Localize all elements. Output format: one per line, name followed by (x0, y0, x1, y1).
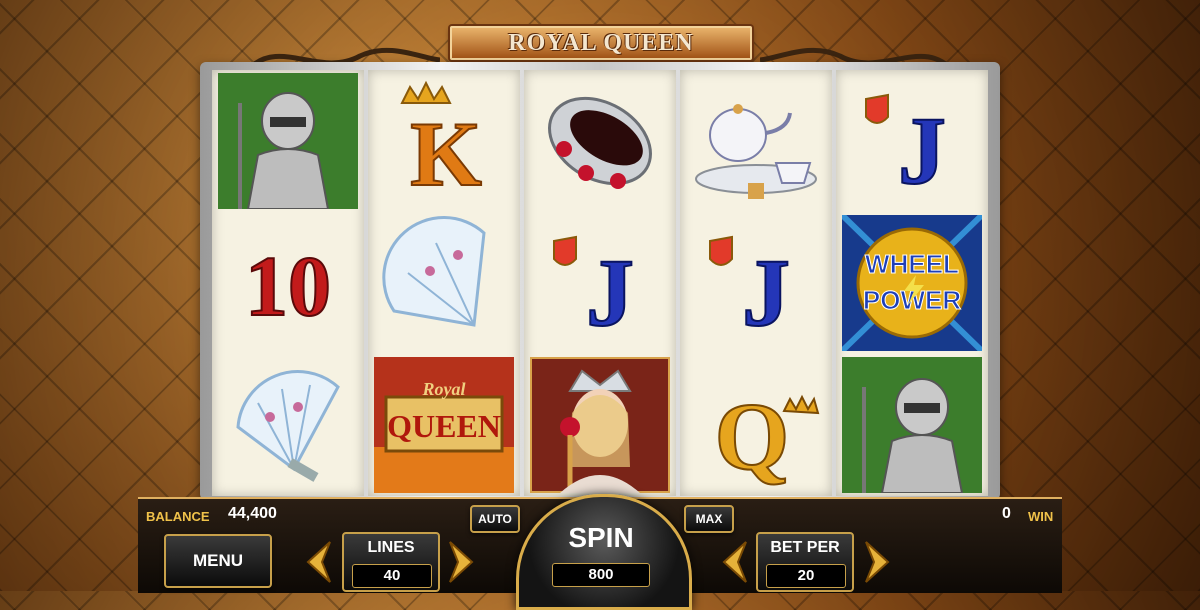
max-button[interactable]: MAX (684, 505, 734, 533)
betper-value: 20 (766, 564, 846, 588)
shield-icon (553, 235, 577, 266)
betper-increase-arrow-icon[interactable] (862, 540, 892, 584)
symbol-ten: 10 (212, 212, 364, 354)
knight-icon (842, 357, 982, 493)
reel-5: J WHEEL POWER (836, 70, 988, 496)
balance-value: 44,400 (228, 505, 277, 522)
spin-bet-value: 800 (552, 563, 650, 587)
auto-button[interactable]: AUTO (470, 505, 520, 533)
fan-icon (236, 370, 340, 482)
queen-portrait-icon (530, 357, 670, 493)
balance-label: BALANCE (146, 509, 210, 524)
crown-icon (782, 394, 820, 415)
wheel-power-icon: WHEEL POWER (842, 215, 982, 351)
menu-button[interactable]: MENU (164, 534, 272, 588)
symbol-jack: J (524, 212, 676, 354)
spin-label[interactable]: SPIN (516, 522, 686, 554)
symbol-knight (836, 354, 988, 496)
lines-value: 40 (352, 564, 432, 588)
shield-icon (865, 93, 889, 124)
shield-icon (709, 235, 733, 266)
symbol-jack: J (836, 70, 988, 212)
symbol-teapot (680, 70, 832, 212)
symbol-fan (212, 354, 364, 496)
reel-2: K Royal QUEEN (368, 70, 520, 496)
king-label: K (410, 103, 482, 205)
lines-decrease-arrow-icon[interactable] (304, 540, 334, 584)
symbol-fan (368, 212, 520, 354)
jack-label: J (898, 97, 946, 204)
teapot-icon (695, 104, 817, 199)
betper-label: BET PER (770, 539, 840, 556)
fan-icon (382, 216, 486, 327)
symbol-knight (212, 70, 364, 212)
knight-icon (218, 73, 358, 209)
jack-label: J (586, 239, 634, 346)
symbol-wheel-power: WHEEL POWER (836, 212, 988, 354)
reel-1: 10 (212, 70, 364, 496)
win-label: WIN (1028, 509, 1054, 524)
lines-increase-arrow-icon[interactable] (446, 540, 476, 584)
symbol-king: K (368, 70, 520, 212)
ten-label: 10 (245, 238, 331, 334)
reel-3: J (524, 70, 676, 496)
wheel-power-line1: WHEEL (865, 249, 959, 279)
betper-panel: BET PER 20 (756, 532, 854, 592)
win-value: 0 (1002, 505, 1011, 522)
symbol-jack: J (680, 212, 832, 354)
ring-icon (548, 96, 652, 189)
symbol-ring (524, 70, 676, 212)
queen-letter-label: Q (715, 383, 790, 490)
logo-line1: Royal (422, 379, 466, 399)
jack-label: J (742, 239, 790, 346)
reels: 10 K Royal QUEEN J J Q J WHEEL (212, 70, 988, 496)
reel-4: J Q (680, 70, 832, 496)
symbol-queen (524, 354, 676, 496)
game-title: ROYAL QUEEN (450, 26, 752, 60)
lines-label: LINES (367, 539, 415, 556)
betper-decrease-arrow-icon[interactable] (720, 540, 750, 584)
symbol-royal-queen-logo: Royal QUEEN (368, 354, 520, 496)
royal-queen-logo-icon: Royal QUEEN (374, 357, 514, 493)
symbol-queen-letter: Q (680, 354, 832, 496)
logo-line2: QUEEN (387, 408, 501, 444)
lines-panel: LINES 40 (342, 532, 440, 592)
crown-icon (400, 80, 452, 104)
